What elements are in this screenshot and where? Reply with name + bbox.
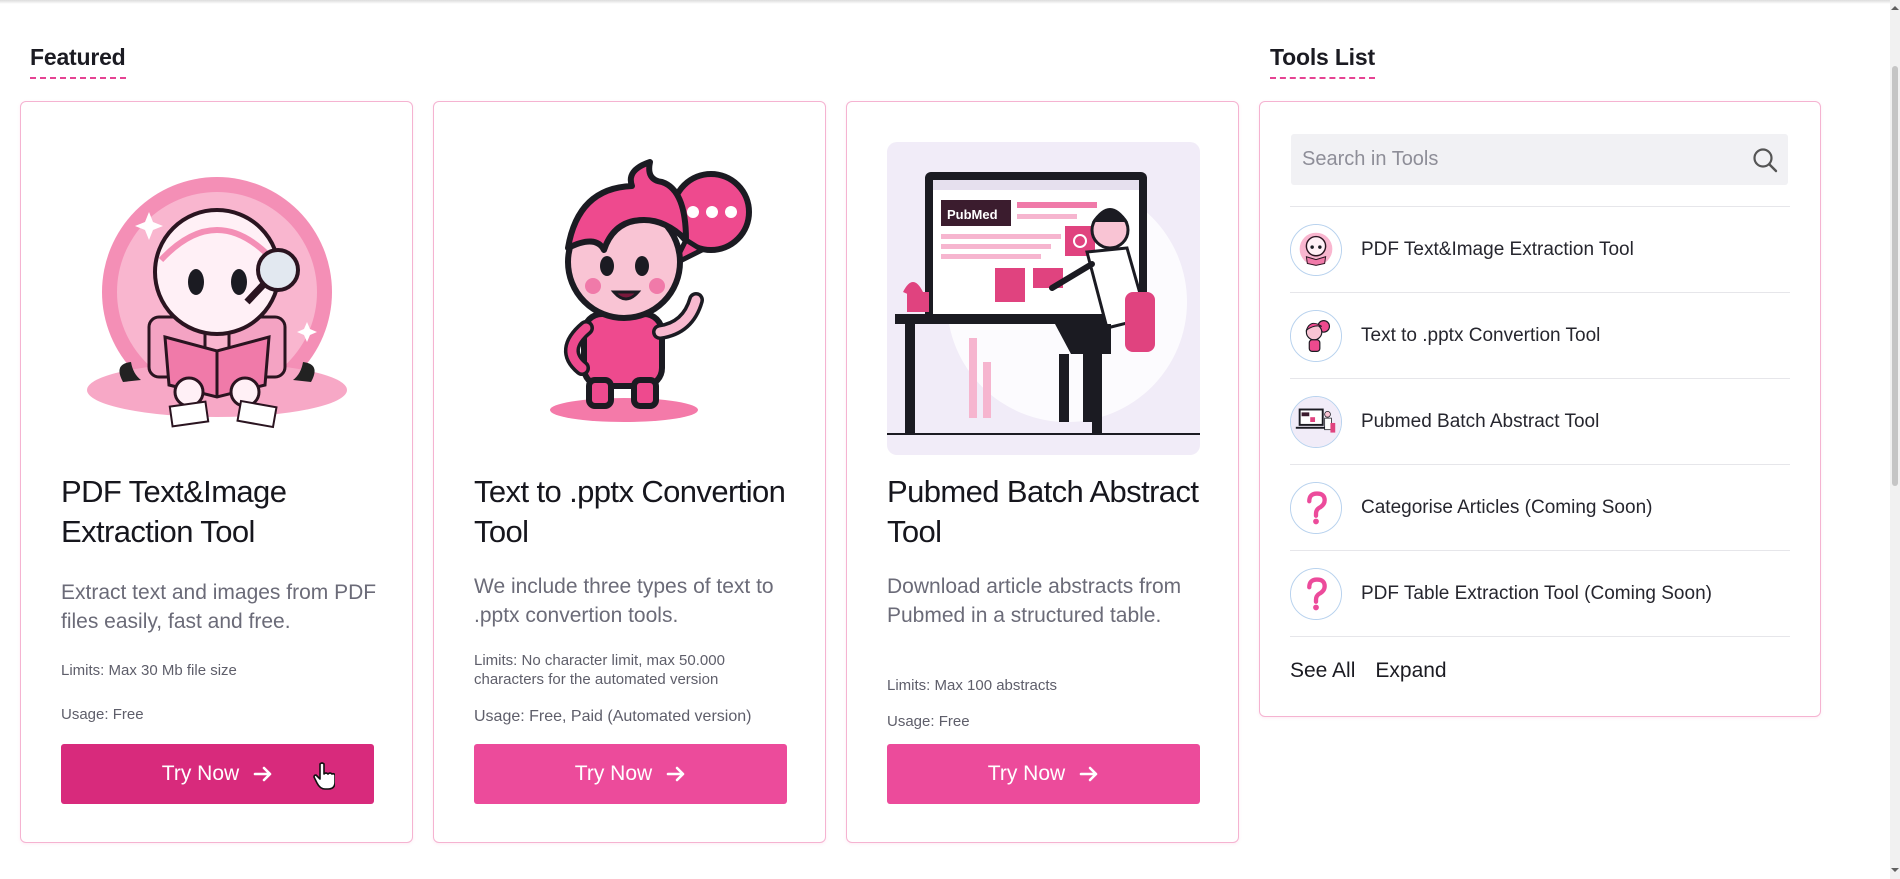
card-usage: Usage: Free — [61, 706, 144, 723]
scroll-down-arrow-icon[interactable] — [1890, 866, 1900, 874]
tool-item-label: PDF Table Extraction Tool (Coming Soon) — [1361, 582, 1712, 604]
expand-link[interactable]: Expand — [1375, 659, 1446, 683]
try-now-label: Try Now — [574, 762, 653, 785]
featured-card-pdf-extraction: PDF Text&Image Extraction Tool Extract t… — [20, 101, 413, 843]
featured-heading: Featured — [30, 44, 126, 79]
tools-list-actions: See All Expand — [1290, 659, 1447, 683]
card-usage: Usage: Free, Paid (Automated version) — [474, 708, 752, 725]
robot-avatar — [1290, 223, 1342, 276]
see-all-link[interactable]: See All — [1290, 659, 1355, 683]
tool-item-pdf-extraction[interactable]: PDF Text&Image Extraction Tool — [1290, 207, 1790, 293]
featured-card-pubmed-abstract: PubMed Pubmed Batch Abstract Tool Downlo… — [846, 101, 1239, 843]
tool-item-label: Categorise Articles (Coming Soon) — [1361, 496, 1653, 518]
tool-item-label: PDF Text&Image Extraction Tool — [1361, 238, 1634, 260]
try-now-label: Try Now — [987, 762, 1066, 785]
question-mark-icon — [1290, 481, 1342, 534]
tools-list: PDF Text&Image Extraction Tool Text to .… — [1290, 206, 1790, 637]
robot-reading-book-illustration — [61, 142, 374, 455]
tool-item-pptx-conversion[interactable]: Text to .pptx Convertion Tool — [1290, 293, 1790, 379]
scrollbar-thumb[interactable] — [1892, 66, 1898, 486]
try-now-button-pptx-conversion[interactable]: Try Now — [474, 744, 787, 804]
search-icon[interactable] — [1752, 147, 1778, 173]
scientist-at-computer-illustration: PubMed — [887, 142, 1200, 455]
pubmed-logo-text: PubMed — [947, 207, 998, 222]
card-description: Download article abstracts from Pubmed i… — [887, 575, 1182, 627]
card-title: Pubmed Batch Abstract Tool — [887, 474, 1199, 549]
card-usage: Usage: Free — [887, 713, 970, 730]
card-limits: Limits: Max 100 abstracts — [887, 677, 1058, 694]
tool-item-label: Text to .pptx Convertion Tool — [1361, 324, 1601, 346]
scroll-up-arrow-icon[interactable] — [1890, 4, 1900, 12]
tool-item-pubmed-abstract[interactable]: Pubmed Batch Abstract Tool — [1290, 379, 1790, 465]
try-now-button-pubmed-abstract[interactable]: Try Now — [887, 744, 1200, 804]
tool-item-label: Pubmed Batch Abstract Tool — [1361, 410, 1600, 432]
tools-list-heading: Tools List — [1270, 44, 1375, 79]
scientist-avatar — [1290, 395, 1342, 448]
hand-pointer-cursor-icon — [313, 762, 335, 790]
card-description: Extract text and images from PDF files e… — [61, 581, 377, 633]
card-limits: Limits: Max 30 Mb file size — [61, 662, 237, 679]
top-shadow — [0, 0, 1890, 4]
tool-item-categorise-articles[interactable]: Categorise Articles (Coming Soon) — [1290, 465, 1790, 551]
cartoon-boy-speech-bubble-illustration — [474, 142, 787, 455]
featured-card-pptx-conversion: Text to .pptx Convertion Tool We include… — [433, 101, 826, 843]
search-input[interactable] — [1291, 134, 1731, 185]
page-scrollbar[interactable] — [1890, 0, 1900, 879]
arrow-right-icon — [253, 766, 272, 782]
try-now-label: Try Now — [161, 762, 240, 785]
tool-item-pdf-table-extraction[interactable]: PDF Table Extraction Tool (Coming Soon) — [1290, 551, 1790, 637]
arrow-right-icon — [1079, 766, 1098, 782]
question-mark-icon — [1290, 567, 1342, 620]
tools-list-panel: PDF Text&Image Extraction Tool Text to .… — [1259, 101, 1821, 717]
card-title: Text to .pptx Convertion Tool — [474, 474, 786, 549]
card-title: PDF Text&Image Extraction Tool — [61, 474, 287, 549]
arrow-right-icon — [666, 766, 685, 782]
card-limits: Limits: No character limit, max 50.000 c… — [474, 652, 725, 688]
cartoon-boy-avatar — [1290, 309, 1342, 362]
card-description: We include three types of text to .pptx … — [474, 575, 774, 627]
search-box — [1291, 134, 1788, 185]
